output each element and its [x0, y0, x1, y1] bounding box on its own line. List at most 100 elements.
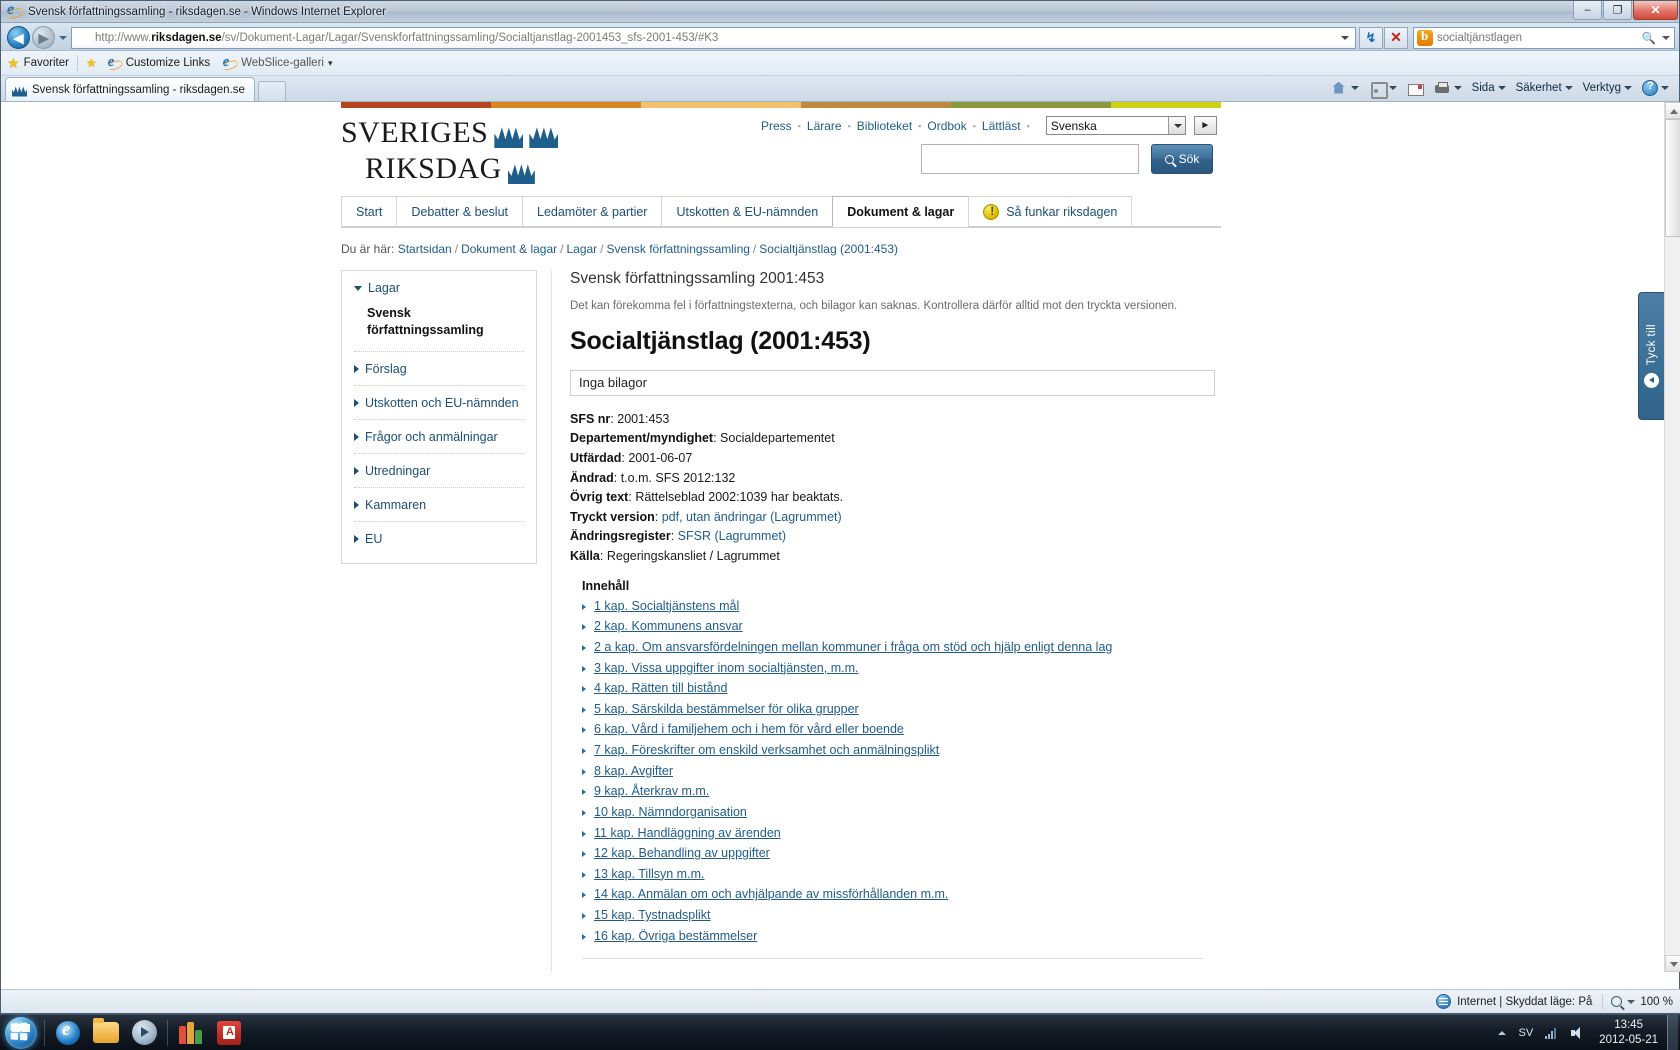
nav-ledamoter-partier[interactable]: Ledamöter & partier — [522, 196, 662, 227]
scrollbar-thumb[interactable] — [1665, 119, 1680, 237]
breadcrumb: Du är här: Startsidan / Dokument & lagar / L… — [341, 242, 899, 256]
toc-link[interactable]: 14 kap. Anmälan om och avhjälpande av mi… — [594, 887, 948, 901]
taskbar-app-colors-button[interactable] — [172, 1017, 210, 1049]
language-select[interactable]: Svenska — [1045, 116, 1186, 135]
add-favorite-icon[interactable]: ★ — [86, 56, 97, 70]
sidebar-item-lagar[interactable]: Lagar — [354, 281, 524, 295]
menu-verktyg[interactable]: Verktyg — [1579, 77, 1636, 99]
zoom-control[interactable]: 100 % — [1603, 996, 1680, 1008]
site-search-button[interactable]: Sök — [1151, 144, 1213, 174]
sidebar-item-forslag[interactable]: Förslag — [354, 352, 524, 385]
sidebar-label: Utskotten och EU-nämnden — [365, 395, 519, 410]
toc-link[interactable]: 5 kap. Särskilda bestämmelser för olika … — [594, 702, 859, 716]
taskbar-explorer-button[interactable] — [87, 1017, 125, 1049]
menu-sida[interactable]: Sida — [1468, 77, 1510, 99]
minimize-button[interactable]: – — [1573, 1, 1602, 20]
taskbar-ie-button[interactable] — [49, 1017, 87, 1049]
tray-volume[interactable] — [1565, 1026, 1590, 1039]
favorites-button-label[interactable]: Favoriter — [24, 57, 69, 69]
toc-link[interactable]: 1 kap. Socialtjänstens mål — [594, 599, 739, 613]
taskbar-pdf-button[interactable] — [210, 1017, 248, 1049]
forward-button[interactable]: ▶ — [32, 26, 55, 49]
nav-sa-funkar-riksdagen[interactable]: Så funkar riksdagen — [968, 196, 1133, 227]
breadcrumb-startsidan[interactable]: Startsidan — [398, 242, 452, 256]
close-button[interactable]: ✕ — [1633, 1, 1678, 20]
refresh-button[interactable]: ↯ — [1359, 26, 1383, 49]
top-link-larare[interactable]: Lärare — [807, 119, 842, 133]
tray-network[interactable] — [1539, 1027, 1565, 1039]
favorite-customize-links[interactable]: Customize Links — [107, 54, 210, 71]
top-link-ordbok[interactable]: Ordbok — [927, 119, 966, 133]
nav-utskotten-eu-namnden[interactable]: Utskotten & EU-nämnden — [661, 196, 833, 227]
scroll-down-button[interactable] — [1665, 955, 1680, 972]
sidebar-item-fragor-anmalningar[interactable]: Frågor och anmälningar — [354, 420, 524, 453]
toc-link[interactable]: 10 kap. Nämndorganisation — [594, 805, 747, 819]
favorite-webslice-galleri[interactable]: WebSlice-galleri ▾ — [222, 54, 333, 71]
toc-link[interactable]: 15 kap. Tystnadsplikt — [594, 908, 711, 922]
toc-link[interactable]: 8 kap. Avgifter — [594, 764, 673, 778]
change-register-link[interactable]: SFSR (Lagrummet) — [678, 529, 786, 543]
feedback-tab[interactable]: Tyck till — [1638, 292, 1664, 420]
toc-link[interactable]: 7 kap. Föreskrifter om enskild verksamhe… — [594, 743, 939, 757]
breadcrumb-dokument-lagar[interactable]: Dokument & lagar — [461, 242, 557, 256]
menu-sakerhet[interactable]: Säkerhet — [1512, 77, 1577, 99]
top-link-biblioteket[interactable]: Biblioteket — [857, 119, 912, 133]
scroll-up-button[interactable] — [1665, 102, 1680, 119]
attachments-box[interactable]: Inga bilagor — [570, 369, 1215, 396]
chevron-left-icon — [1644, 373, 1659, 389]
sidebar-item-eu[interactable]: EU — [354, 522, 524, 555]
address-dropdown-icon[interactable] — [1337, 28, 1353, 48]
search-icon[interactable]: 🔍 — [1642, 31, 1656, 45]
breadcrumb-current[interactable]: Socialtjänstlag (2001:453) — [759, 242, 898, 256]
taskbar-media-player-button[interactable] — [125, 1017, 163, 1049]
site-search-input[interactable] — [921, 144, 1139, 174]
toc-link[interactable]: 9 kap. Återkrav m.m. — [594, 784, 709, 798]
vertical-scrollbar[interactable] — [1664, 102, 1680, 972]
language-go-button[interactable]: ► — [1193, 116, 1217, 135]
zoom-icon — [1611, 996, 1623, 1007]
breadcrumb-svensk-forfattningssamling[interactable]: Svensk författningssamling — [607, 242, 750, 256]
toc-link[interactable]: 3 kap. Vissa uppgifter inom socialtjänst… — [594, 661, 858, 675]
tray-expand-button[interactable] — [1492, 1030, 1512, 1035]
maximize-button[interactable]: ❐ — [1603, 1, 1632, 20]
address-bar[interactable]: http://www.riksdagen.se/sv/Dokument-Laga… — [71, 26, 1356, 49]
back-button[interactable]: ◀ — [7, 26, 30, 49]
taskbar-clock[interactable]: 13:45 2012-05-21 — [1590, 1018, 1667, 1047]
help-icon — [1642, 80, 1658, 96]
mail-button[interactable] — [1403, 77, 1428, 99]
nav-start[interactable]: Start — [341, 196, 397, 227]
browser-tab[interactable]: Svensk författningssamling - riksdagen.s… — [5, 77, 255, 101]
home-button[interactable] — [1327, 77, 1363, 99]
sidebar-item-utskotten-eu-namnden[interactable]: Utskotten och EU-nämnden — [354, 386, 524, 419]
toc-link[interactable]: 16 kap. Övriga bestämmelser — [594, 929, 757, 943]
feeds-button[interactable] — [1365, 77, 1401, 99]
toc-link[interactable]: 6 kap. Vård i familjehem och i hem för v… — [594, 722, 904, 736]
nav-debatter-beslut[interactable]: Debatter & beslut — [396, 196, 522, 227]
security-zone[interactable]: Internet | Skyddat läge: På — [1426, 994, 1602, 1009]
tray-language-indicator[interactable]: SV — [1512, 1027, 1539, 1039]
toc-link[interactable]: 2 kap. Kommunens ansvar — [594, 619, 743, 633]
sidebar-item-kammaren[interactable]: Kammaren — [354, 488, 524, 521]
toc-link[interactable]: 2 a kap. Om ansvarsfördelningen mellan k… — [594, 640, 1112, 654]
show-desktop-button[interactable] — [1667, 1014, 1678, 1050]
toc-link[interactable]: 11 kap. Handläggning av ärenden — [594, 826, 781, 840]
help-button[interactable] — [1638, 77, 1673, 99]
print-button[interactable] — [1430, 77, 1466, 99]
new-tab-button[interactable] — [258, 81, 286, 101]
toc-link[interactable]: 13 kap. Tillsyn m.m. — [594, 867, 704, 881]
sidebar-current-item[interactable]: Svensk författningssamling — [367, 305, 524, 339]
toc-link[interactable]: 4 kap. Rätten till bistånd — [594, 681, 727, 695]
top-link-lattlast[interactable]: Lättläst — [982, 119, 1021, 133]
nav-dokument-lagar[interactable]: Dokument & lagar — [832, 196, 969, 227]
browser-search-box[interactable]: socialtjänstlagen 🔍 — [1413, 26, 1675, 49]
printed-version-link[interactable]: pdf, utan ändringar (Lagrummet) — [662, 510, 842, 524]
start-button[interactable] — [2, 1016, 40, 1050]
recent-pages-dropdown[interactable] — [55, 27, 71, 49]
breadcrumb-lagar[interactable]: Lagar — [566, 242, 597, 256]
search-provider-dropdown-icon[interactable] — [1662, 36, 1670, 40]
sidebar-item-utredningar[interactable]: Utredningar — [354, 454, 524, 487]
riksdag-logo[interactable]: SVERIGES RIKSDAG — [341, 118, 559, 184]
stop-button[interactable]: ✕ — [1384, 26, 1408, 49]
toc-link[interactable]: 12 kap. Behandling av uppgifter — [594, 846, 770, 860]
top-link-press[interactable]: Press — [761, 119, 792, 133]
